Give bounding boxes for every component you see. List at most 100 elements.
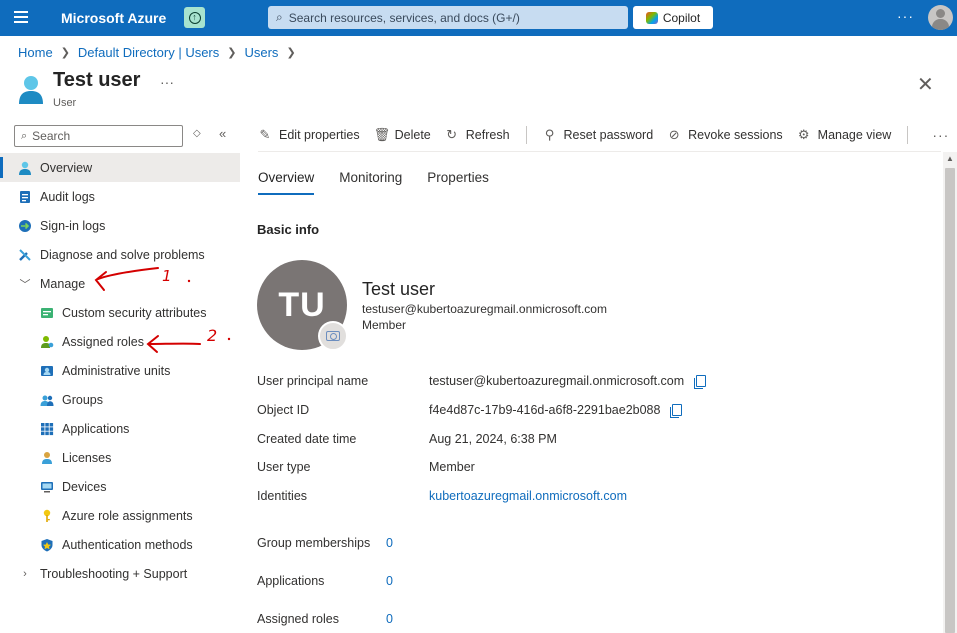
audit-log-icon	[20, 190, 30, 203]
sidebar-item-authentication-methods[interactable]: Authentication methods	[0, 530, 240, 559]
copy-icon[interactable]	[694, 374, 707, 389]
object-id-value: f4e4d87c-17b9-416d-a6f8-2291bae2b088	[429, 403, 683, 418]
toolbar-divider	[525, 126, 527, 144]
copy-icon[interactable]	[670, 403, 683, 418]
title-more-icon[interactable]: ···	[160, 74, 174, 90]
user-icon	[19, 76, 43, 104]
profile-name: Test user	[362, 279, 436, 299]
command-bar: ✎ Edit properties 🗑 Delete ↻ Refresh ⚲ Reset…	[258, 124, 949, 146]
sidebar-item-applications[interactable]: Applications	[0, 414, 240, 443]
tab-bar: Overview Monitoring Properties	[258, 170, 514, 195]
manage-view-button[interactable]: ⚙ Manage view	[797, 127, 892, 143]
brand-name[interactable]: Microsoft Azure	[61, 10, 166, 26]
gear-icon: ⚙	[797, 127, 810, 142]
global-search-input[interactable]: ⌕ Search resources, services, and docs (…	[268, 6, 628, 29]
copilot-icon	[645, 11, 658, 24]
edit-properties-button[interactable]: ✎ Edit properties	[258, 127, 360, 143]
scroll-thumb[interactable]	[945, 168, 955, 633]
breadcrumb-users[interactable]: Users	[244, 45, 278, 60]
sidebar-item-overview[interactable]: Overview	[0, 153, 240, 182]
sidebar-item-label: Audit logs	[40, 189, 95, 204]
breadcrumb-directory-users[interactable]: Default Directory | Users	[78, 45, 219, 60]
trash-icon: 🗑	[373, 127, 391, 142]
wrench-icon	[19, 248, 31, 261]
sidebar-item-devices[interactable]: Devices	[0, 472, 240, 501]
sidebar-item-groups[interactable]: Groups	[0, 385, 240, 414]
tab-overview[interactable]: Overview	[258, 170, 315, 195]
copilot-button[interactable]: Copilot	[633, 6, 713, 29]
profile-email: testuser@kubertoazuregmail.onmicrosoft.c…	[362, 302, 607, 316]
breadcrumb: Home ❯ Default Directory | Users ❯ Users…	[18, 45, 304, 60]
sidebar-item-assigned-roles[interactable]: Assigned roles	[0, 327, 240, 356]
upn-value: testuser@kubertoazuregmail.onmicrosoft.c…	[429, 374, 707, 389]
close-icon[interactable]: ✕	[917, 72, 934, 97]
object-id-text: f4e4d87c-17b9-416d-a6f8-2291bae2b088	[429, 403, 661, 417]
sidebar-item-label: Custom security attributes	[62, 305, 207, 320]
scrollbar[interactable]: ▲	[943, 152, 957, 633]
role-icon	[41, 335, 54, 348]
toolbar-more-icon[interactable]: ···	[932, 127, 949, 143]
identities-label: Identities	[257, 489, 308, 503]
page-title: Test user	[53, 69, 141, 91]
chevron-right-icon: ❯	[60, 47, 70, 59]
assigned-roles-count[interactable]: 0	[386, 612, 393, 626]
applications-icon	[41, 422, 54, 435]
scroll-up-icon[interactable]: ▲	[943, 154, 957, 163]
sidebar-item-label: Applications	[62, 421, 130, 436]
pencil-icon: ✎	[259, 127, 271, 142]
upgrade-icon[interactable]: ↑	[184, 7, 205, 28]
sidebar-group-manage[interactable]: ﹀ Manage	[0, 269, 240, 298]
chevron-right-icon: ❯	[286, 47, 296, 59]
toolbar-separator	[258, 151, 941, 152]
attributes-icon	[41, 307, 53, 318]
user-icon	[19, 161, 31, 175]
delete-label: Delete	[394, 128, 431, 142]
sidebar-item-licenses[interactable]: Licenses	[0, 443, 240, 472]
manage-view-label: Manage view	[817, 128, 892, 142]
camera-icon	[326, 331, 340, 341]
group-memberships-count[interactable]: 0	[386, 536, 393, 550]
reset-password-label: Reset password	[563, 128, 654, 142]
sidebar-item-custom-security-attributes[interactable]: Custom security attributes	[0, 298, 240, 327]
reset-password-button[interactable]: ⚲ Reset password	[543, 127, 654, 143]
delete-button[interactable]: 🗑 Delete	[374, 127, 431, 143]
expand-collapse-icon[interactable]: ◇	[193, 128, 201, 139]
refresh-button[interactable]: ↻ Refresh	[445, 127, 509, 143]
account-avatar[interactable]	[928, 5, 953, 30]
sidebar-item-label: Diagnose and solve problems	[40, 247, 205, 262]
chevron-right-icon: ❯	[227, 47, 237, 59]
sidebar-item-label: Groups	[62, 392, 103, 407]
search-icon: ⌕	[21, 129, 28, 142]
sidebar-item-label: Azure role assignments	[62, 508, 193, 523]
revoke-sessions-button[interactable]: ⊘ Revoke sessions	[667, 127, 783, 143]
sidebar-group-troubleshooting[interactable]: › Troubleshooting + Support	[0, 559, 240, 588]
sidebar-item-azure-role-assignments[interactable]: Azure role assignments	[0, 501, 240, 530]
toolbar-divider	[907, 126, 909, 144]
sign-in-log-icon	[19, 219, 31, 232]
more-options-icon[interactable]: ···	[897, 8, 914, 24]
collapse-sidebar-icon[interactable]: «	[219, 126, 226, 141]
sidebar-item-sign-in-logs[interactable]: Sign-in logs	[0, 211, 240, 240]
sidebar-item-diagnose[interactable]: Diagnose and solve problems	[0, 240, 240, 269]
sidebar-search-input[interactable]: ⌕ Search	[14, 125, 183, 147]
object-id-label: Object ID	[257, 403, 310, 417]
identities-link[interactable]: kubertoazuregmail.onmicrosoft.com	[429, 489, 627, 503]
applications-count[interactable]: 0	[386, 574, 393, 588]
tab-monitoring[interactable]: Monitoring	[339, 170, 402, 195]
block-icon: ⊘	[668, 127, 680, 142]
sidebar-item-audit-logs[interactable]: Audit logs	[0, 182, 240, 211]
basic-info-heading: Basic info	[257, 222, 320, 237]
refresh-icon: ↻	[446, 127, 458, 142]
sidebar-item-label: Overview	[40, 160, 93, 175]
sidebar-search-placeholder: Search	[32, 129, 71, 143]
tab-properties[interactable]: Properties	[427, 170, 489, 195]
edit-properties-label: Edit properties	[279, 128, 360, 142]
sidebar-item-administrative-units[interactable]: Administrative units	[0, 356, 240, 385]
breadcrumb-home[interactable]: Home	[18, 45, 53, 60]
sidebar-item-label: Devices	[62, 479, 107, 494]
chevron-right-icon: ›	[23, 567, 27, 580]
sidebar-item-label: Administrative units	[62, 363, 171, 378]
hamburger-menu-icon[interactable]	[14, 11, 28, 23]
key-search-icon: ⚲	[544, 127, 555, 142]
change-photo-button[interactable]	[318, 321, 348, 351]
